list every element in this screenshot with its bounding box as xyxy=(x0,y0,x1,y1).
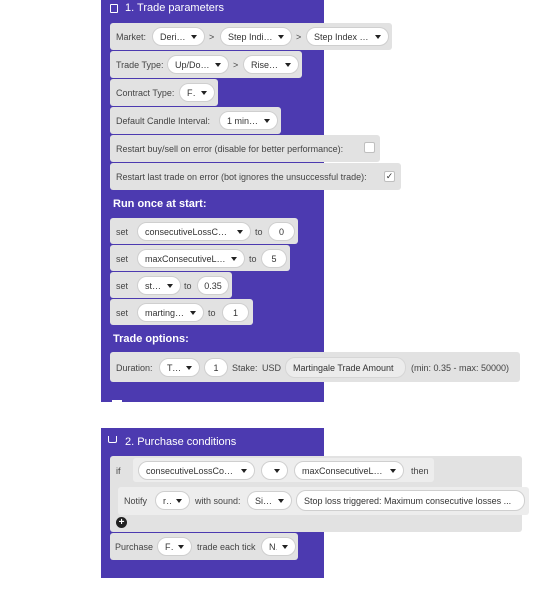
duration-unit-dropdown[interactable]: Ticks xyxy=(159,358,200,377)
chevron-down-icon xyxy=(390,468,396,473)
to-label: to xyxy=(208,308,216,318)
notify-color-dropdown[interactable]: red xyxy=(155,491,190,510)
operator-dropdown[interactable]: ≥ xyxy=(261,461,288,480)
value-input[interactable]: 1 xyxy=(222,303,249,322)
restart-buy-sell-label: Restart buy/sell on error (disable for b… xyxy=(116,144,344,154)
chevron-down-icon xyxy=(375,34,381,39)
variable-dropdown[interactable]: stake xyxy=(137,276,181,295)
chevron-down-icon xyxy=(176,498,182,503)
chevron-down-icon xyxy=(231,256,237,261)
purchase-label: Purchase xyxy=(115,542,154,552)
chevron-down-icon xyxy=(201,90,207,95)
trade-type-dropdown[interactable]: Rise/Fall xyxy=(243,55,299,74)
right-variable-dropdown[interactable]: maxConsecutiveLoss xyxy=(294,461,404,480)
chevron-down-icon xyxy=(186,365,192,370)
chevron-down-icon xyxy=(241,468,247,473)
with-sound-label: with sound: xyxy=(195,496,241,506)
left-variable-dropdown[interactable]: consecutiveLossCount xyxy=(138,461,255,480)
variable-dropdown[interactable]: consecutiveLossCount xyxy=(137,222,251,241)
to-label: to xyxy=(184,281,192,291)
value-input[interactable]: 0 xyxy=(268,222,295,241)
plus-circle-icon[interactable]: + xyxy=(116,517,127,528)
purchase-type-dropdown[interactable]: Fall xyxy=(157,537,192,556)
restart-last-trade-label: Restart last trade on error (bot ignores… xyxy=(116,172,367,182)
chevron-down-icon xyxy=(285,62,291,67)
restart-last-trade-checkbox[interactable]: ✓ xyxy=(384,171,395,182)
symbol-dropdown[interactable]: Step Index 300 xyxy=(306,27,389,46)
market-dropdown[interactable]: Derived xyxy=(152,27,205,46)
contract-type-dropdown[interactable]: Fall xyxy=(179,83,215,102)
trade-parameters-title: 1. Trade parameters xyxy=(125,2,225,14)
contract-type-label: Contract Type: xyxy=(116,88,175,98)
document-icon xyxy=(110,4,118,13)
sound-dropdown[interactable]: Silent xyxy=(247,491,292,510)
value-input[interactable]: 5 xyxy=(261,249,287,268)
stake-label: Stake: xyxy=(232,363,258,373)
separator: > xyxy=(296,32,302,42)
chevron-down-icon xyxy=(237,229,243,234)
currency-label: USD xyxy=(262,363,282,373)
chevron-down-icon xyxy=(274,468,280,473)
submarket-dropdown[interactable]: Step Indices xyxy=(220,27,292,46)
if-label: if xyxy=(116,466,121,476)
stake-limits: (min: 0.35 - max: 50000) xyxy=(411,363,510,373)
set-label: set xyxy=(116,281,129,291)
then-label: then xyxy=(411,466,429,476)
to-label: to xyxy=(255,227,263,237)
set-label: set xyxy=(116,308,129,318)
separator: > xyxy=(233,60,239,70)
notify-message-input[interactable]: Stop loss triggered: Maximum consecutive… xyxy=(296,490,525,511)
separator: > xyxy=(209,32,215,42)
duration-value-input[interactable]: 1 xyxy=(204,358,228,377)
chevron-down-icon xyxy=(282,544,288,549)
block-notch xyxy=(112,400,122,404)
chevron-down-icon xyxy=(278,34,284,39)
restart-buy-sell-checkbox[interactable] xyxy=(364,142,375,153)
set-label: set xyxy=(116,254,129,264)
notify-label: Notify xyxy=(124,496,148,506)
purchase-conditions-title: 2. Purchase conditions xyxy=(125,436,237,448)
run-once-title: Run once at start: xyxy=(113,198,207,210)
variable-dropdown[interactable]: maxConsecutiveLoss xyxy=(137,249,245,268)
chevron-down-icon xyxy=(264,118,270,123)
chevron-down-icon xyxy=(215,62,221,67)
trade-each-tick-label: trade each tick xyxy=(197,542,256,552)
candle-interval-dropdown[interactable]: 1 minute xyxy=(219,111,278,130)
basket-icon xyxy=(108,436,117,443)
trade-category-dropdown[interactable]: Up/Down xyxy=(167,55,229,74)
chevron-down-icon xyxy=(191,34,197,39)
set-label: set xyxy=(116,227,129,237)
chevron-down-icon xyxy=(178,544,184,549)
market-label: Market: xyxy=(116,32,147,42)
value-input[interactable]: 0.35 xyxy=(197,276,229,295)
duration-label: Duration: xyxy=(116,363,153,373)
trade-each-tick-dropdown[interactable]: No xyxy=(261,537,296,556)
variable-dropdown[interactable]: martingale xyxy=(137,303,204,322)
stake-amount-variable[interactable]: Martingale Trade Amount xyxy=(285,357,406,378)
chevron-down-icon xyxy=(190,310,196,315)
candle-interval-label: Default Candle Interval: xyxy=(116,116,211,126)
to-label: to xyxy=(249,254,257,264)
chevron-down-icon xyxy=(278,498,284,503)
trade-options-title: Trade options: xyxy=(113,333,189,345)
chevron-down-icon xyxy=(167,283,173,288)
trade-type-label: Trade Type: xyxy=(116,60,164,70)
